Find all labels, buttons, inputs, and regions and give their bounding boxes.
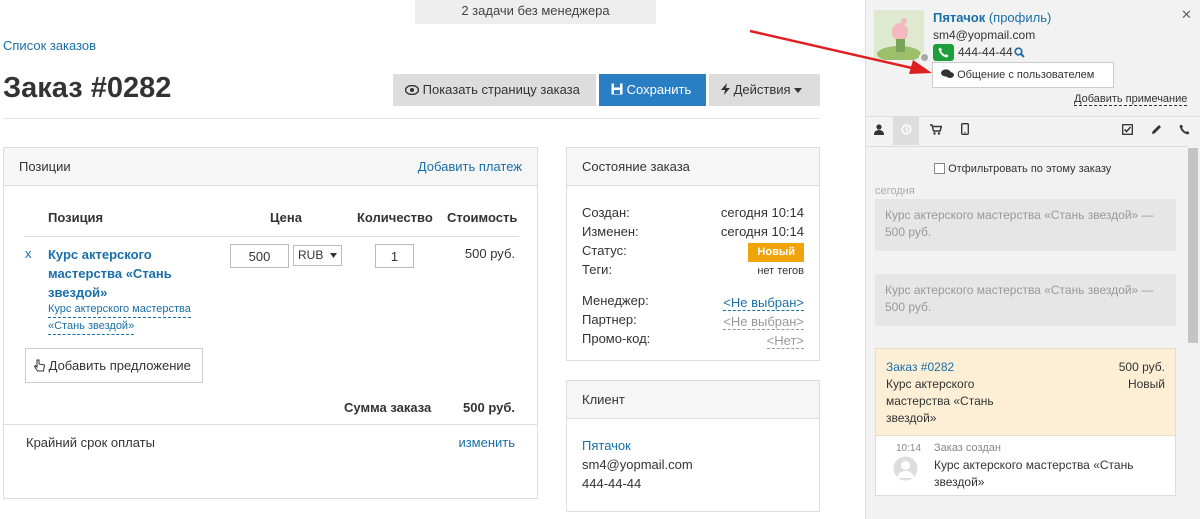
annotation-arrow <box>749 29 932 74</box>
